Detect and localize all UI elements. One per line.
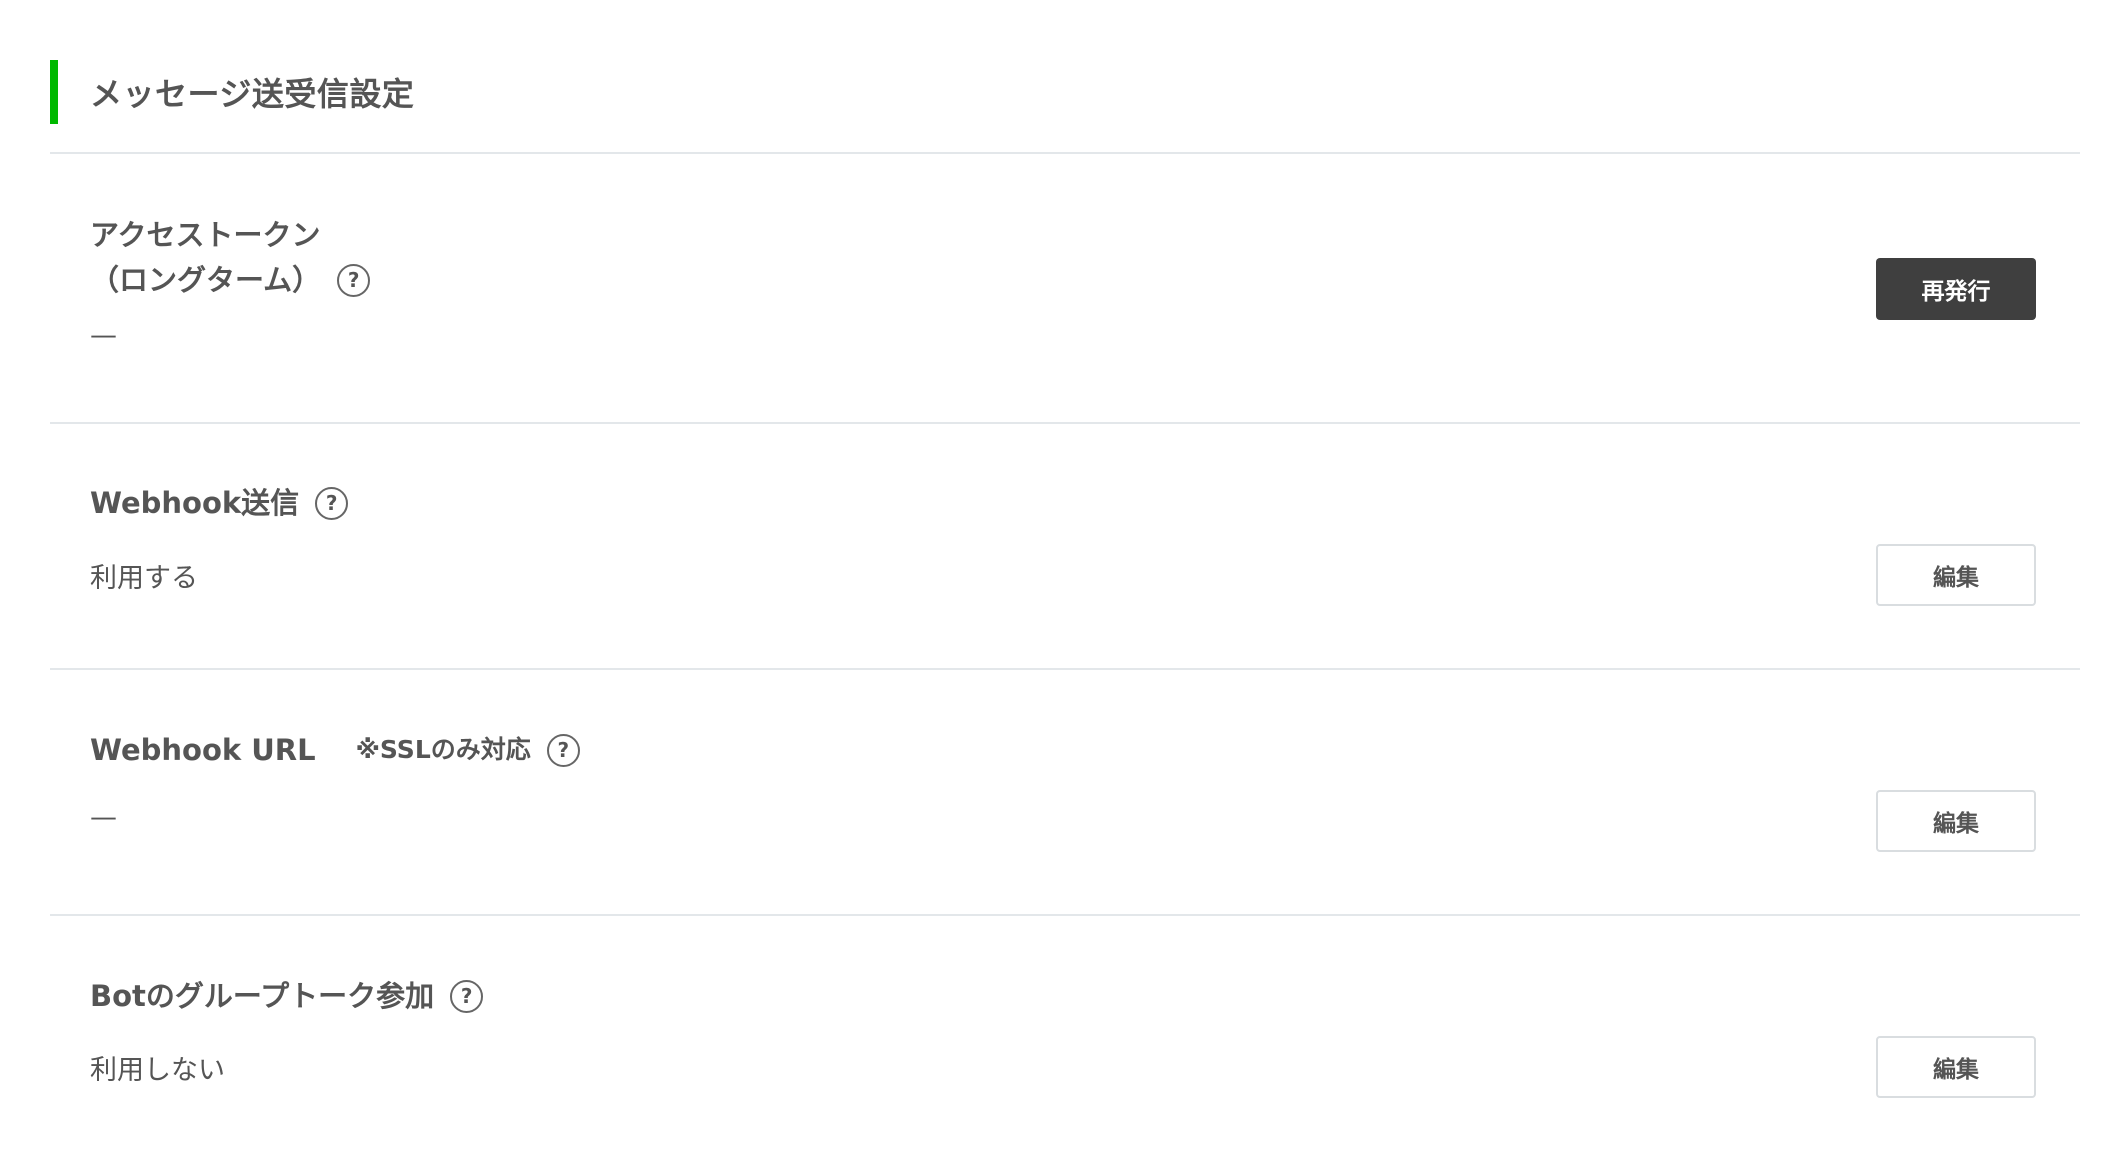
section-header: メッセージ送受信設定 bbox=[50, 60, 414, 124]
divider bbox=[50, 152, 2080, 154]
help-icon[interactable]: ? bbox=[315, 486, 349, 520]
access-token-title-line2: （ロングターム） ? bbox=[90, 257, 371, 303]
webhook-send-value: 利用する bbox=[90, 563, 198, 594]
help-icon[interactable]: ? bbox=[450, 979, 484, 1013]
bot-group-talk-title: Botのグループトーク参加 ? bbox=[90, 973, 484, 1019]
access-token-label-line2: （ロングターム） bbox=[90, 263, 322, 297]
reissue-button[interactable]: 再発行 bbox=[1876, 258, 2036, 320]
webhook-send-title: Webhook送信 ? bbox=[90, 480, 349, 526]
edit-webhook-send-button[interactable]: 編集 bbox=[1876, 544, 2036, 606]
webhook-send-label: Webhook送信 bbox=[90, 486, 300, 520]
webhook-url-label: Webhook URL bbox=[90, 733, 316, 767]
webhook-url-title: Webhook URL ※SSLのみ対応 ? bbox=[90, 727, 580, 773]
divider bbox=[50, 668, 2080, 670]
divider bbox=[50, 914, 2080, 916]
help-icon[interactable]: ? bbox=[546, 733, 580, 767]
bot-group-talk-label: Botのグループトーク参加 bbox=[90, 979, 435, 1013]
ssl-only-note: ※SSLのみ対応 bbox=[355, 735, 531, 764]
section-title: メッセージ送受信設定 bbox=[90, 75, 415, 113]
webhook-url-value: — bbox=[90, 802, 117, 833]
access-token-value: — bbox=[90, 320, 117, 351]
bot-group-talk-value: 利用しない bbox=[90, 1055, 225, 1086]
accent-bar bbox=[50, 60, 58, 124]
access-token-title-line1: アクセストークン bbox=[90, 212, 321, 258]
message-settings-page: メッセージ送受信設定 アクセストークン （ロングターム） ? — 再発行 Web… bbox=[0, 0, 2106, 1174]
edit-bot-group-talk-button[interactable]: 編集 bbox=[1876, 1036, 2036, 1098]
divider bbox=[50, 422, 2080, 424]
help-icon[interactable]: ? bbox=[337, 263, 371, 297]
access-token-label-line1: アクセストークン bbox=[90, 218, 321, 252]
edit-webhook-url-button[interactable]: 編集 bbox=[1876, 790, 2036, 852]
